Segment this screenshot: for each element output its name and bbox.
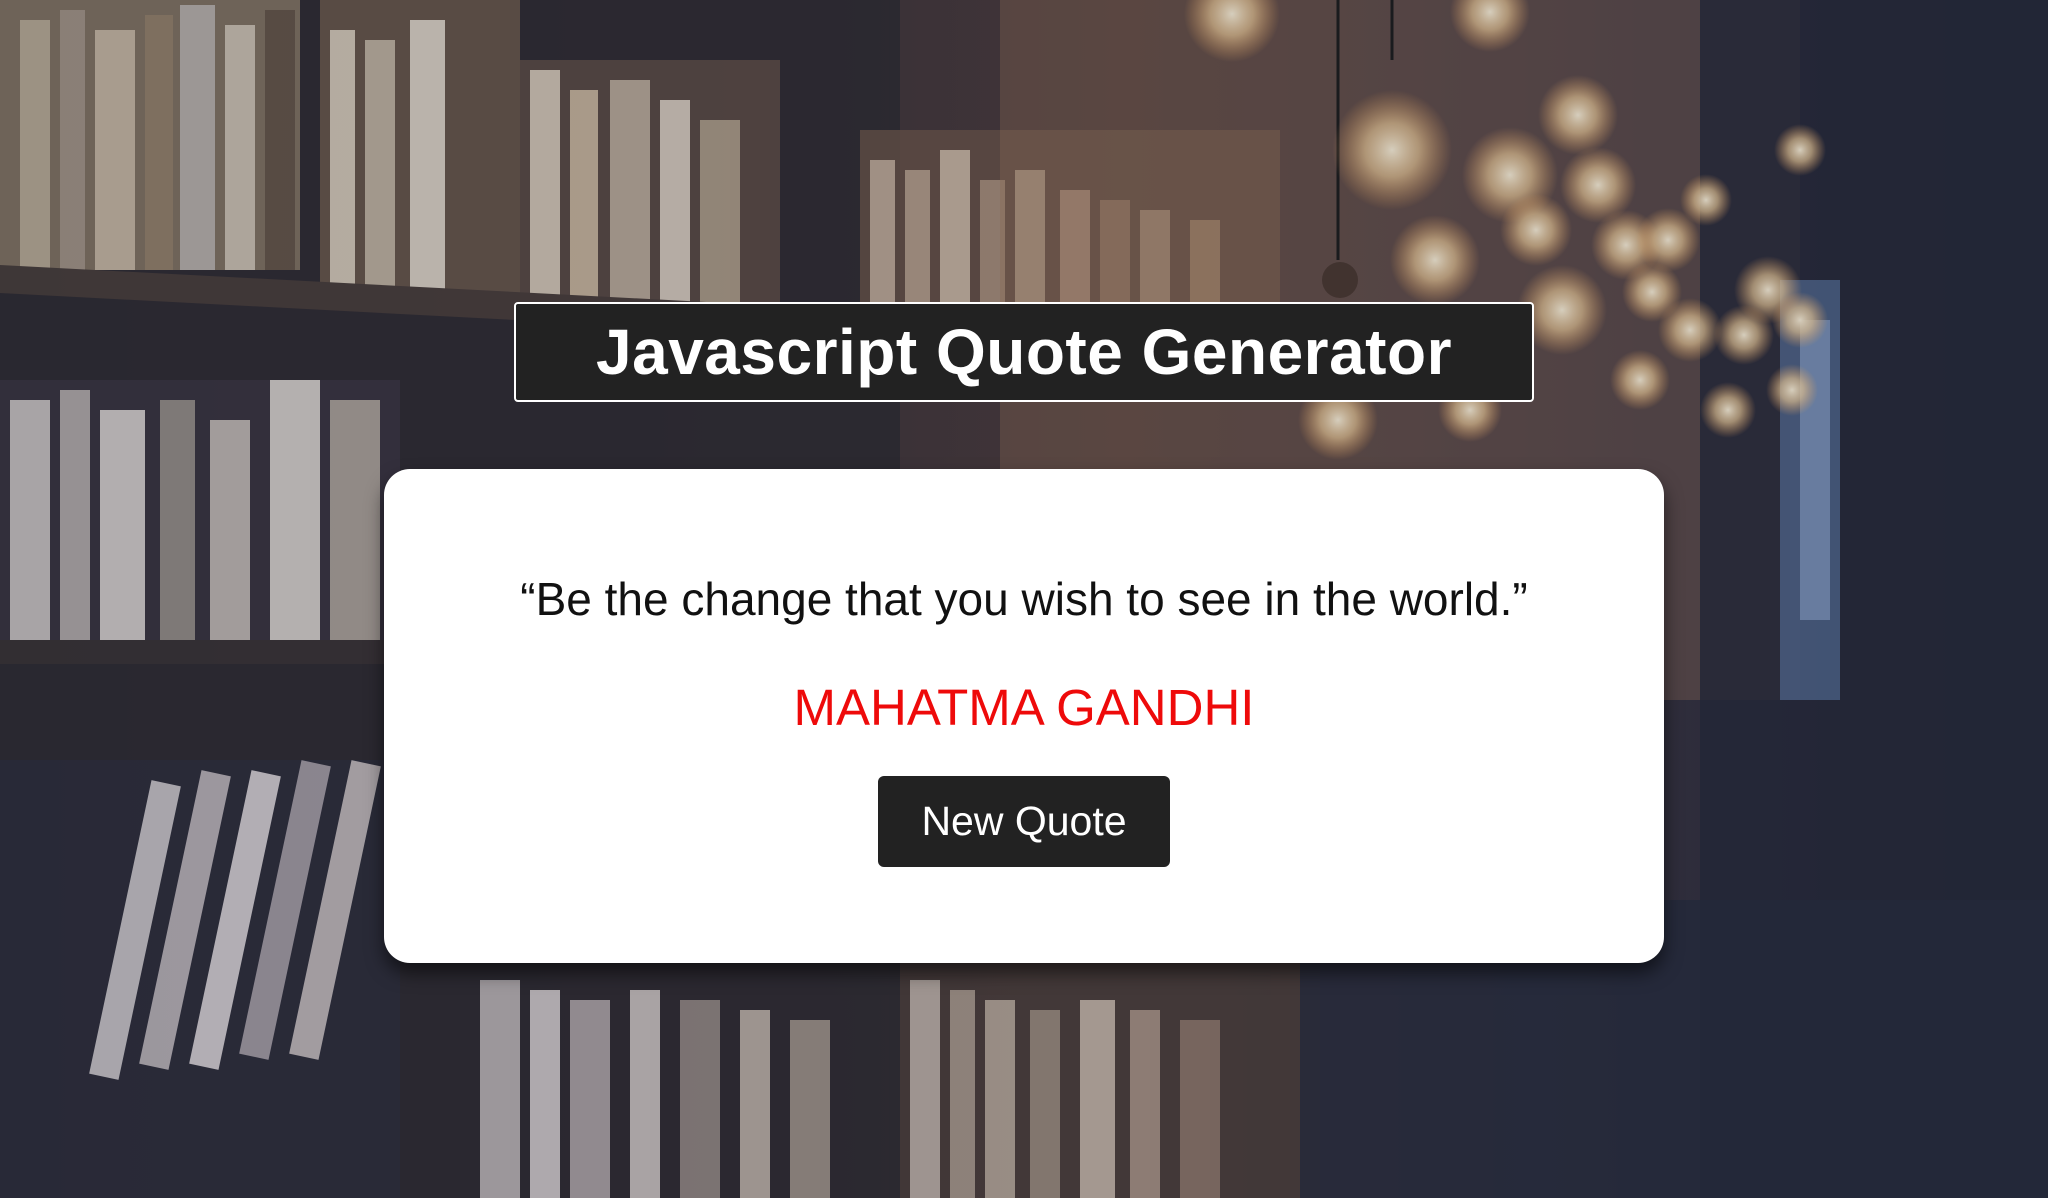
quote-text: “Be the change that you wish to see in t… xyxy=(520,573,1528,625)
page-title-box: Javascript Quote Generator xyxy=(514,302,1534,402)
page-title: Javascript Quote Generator xyxy=(596,316,1452,388)
new-quote-button[interactable]: New Quote xyxy=(878,776,1170,867)
quote-author: MAHATMA GANDHI xyxy=(793,679,1255,736)
